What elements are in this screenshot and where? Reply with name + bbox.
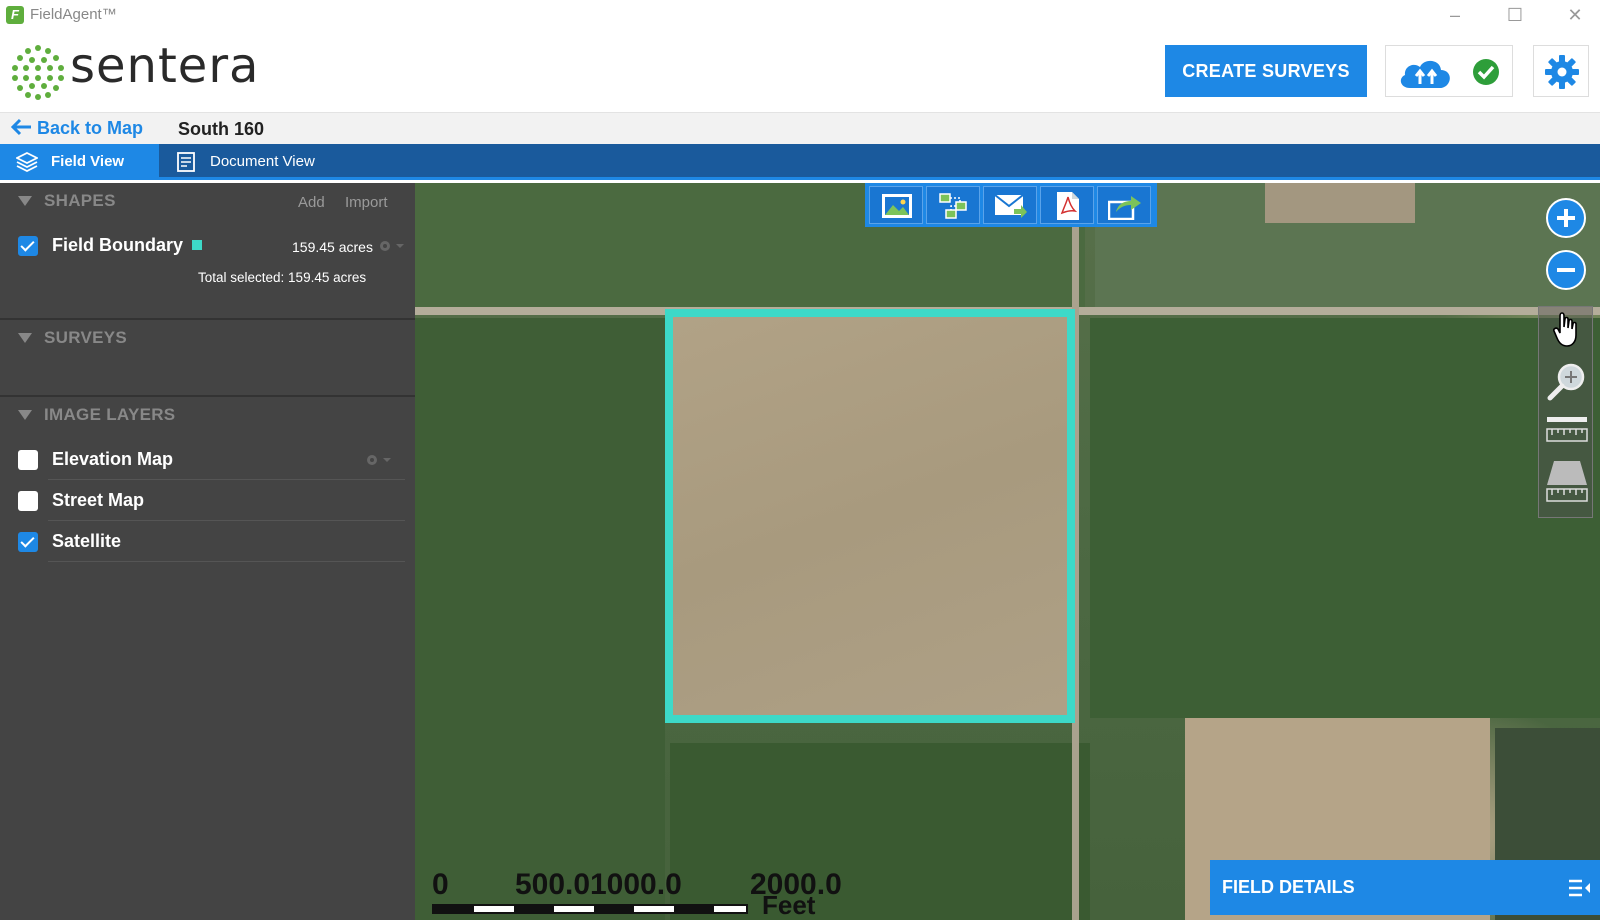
satellite-map[interactable] <box>415 183 1600 920</box>
satellite-label: Satellite <box>52 531 122 551</box>
minimize-button[interactable]: – <box>1435 2 1475 28</box>
app-title: FieldAgent™ <box>30 6 117 23</box>
document-icon <box>177 152 195 172</box>
total-selected-text: Total selected: 159.45 acres <box>198 270 367 285</box>
boundary-color-swatch <box>192 240 202 250</box>
minus-icon <box>1557 268 1575 272</box>
row-separator <box>48 479 405 480</box>
breadcrumb: Back to Map South 160 <box>0 112 1600 144</box>
tab-document-view[interactable]: Document View <box>159 144 339 180</box>
close-button[interactable]: ✕ <box>1555 2 1595 28</box>
ruler-measure-icon[interactable] <box>1546 415 1588 447</box>
page-title: South 160 <box>178 119 265 139</box>
back-to-map-link[interactable]: Back to Map <box>10 118 143 139</box>
zoom-in-button[interactable] <box>1546 198 1586 238</box>
tab-document-view-label: Document View <box>210 153 315 170</box>
view-tabbar: Field View Document View <box>0 144 1600 180</box>
scale-ruler <box>432 904 748 914</box>
field-details-label: FIELD DETAILS <box>1222 877 1355 897</box>
sync-status-box[interactable] <box>1385 45 1513 97</box>
street-map-checkbox[interactable] <box>18 491 38 511</box>
arrow-left-icon <box>10 118 31 136</box>
area-measure-icon[interactable] <box>1546 459 1588 503</box>
map-tool-column <box>1538 306 1593 518</box>
collapse-triangle-icon[interactable] <box>18 333 32 343</box>
tile-layout-button[interactable] <box>926 186 980 224</box>
app-logo-icon: F <box>6 6 24 24</box>
shape-item-field-boundary[interactable]: Field Boundary 159.45 acres <box>0 226 415 266</box>
import-shape-link[interactable]: Import <box>345 194 388 211</box>
row-separator <box>48 520 405 521</box>
collapse-menu-icon[interactable] <box>1568 878 1592 898</box>
satellite-checkbox[interactable] <box>18 532 38 552</box>
elevation-map-label: Elevation Map <box>52 449 174 469</box>
email-button[interactable] <box>983 186 1037 224</box>
shapes-section-title: SHAPES <box>44 191 116 210</box>
map-field-patch <box>1090 318 1600 718</box>
hand-pan-icon[interactable] <box>1553 311 1581 349</box>
row-separator <box>48 561 405 562</box>
layer-item-street-map[interactable]: Street Map <box>0 481 415 521</box>
collapse-triangle-icon[interactable] <box>18 196 32 206</box>
image-layers-section-header[interactable]: IMAGE LAYERS <box>0 397 415 433</box>
sentera-logo-icon <box>12 45 64 100</box>
tile-layout-icon <box>939 193 967 219</box>
shapes-section-header[interactable]: SHAPES Add Import <box>0 183 415 219</box>
pdf-icon <box>1057 192 1079 220</box>
scale-unit: Feet <box>762 890 816 920</box>
zoom-out-button[interactable] <box>1546 250 1586 290</box>
map-toolbar <box>865 183 1157 227</box>
cloud-upload-icon[interactable] <box>1396 56 1454 90</box>
email-icon <box>994 194 1027 218</box>
map-field-patch <box>415 318 665 920</box>
share-icon <box>1108 196 1141 220</box>
field-boundary-acres: 159.45 acres <box>292 239 373 255</box>
tab-field-view[interactable]: Field View <box>0 144 159 180</box>
field-boundary-shape[interactable] <box>665 309 1075 723</box>
settings-dropdown-icon[interactable] <box>378 239 406 253</box>
surveys-section-title: SURVEYS <box>44 328 128 347</box>
scale-label: 500.0 <box>515 868 591 901</box>
add-shape-link[interactable]: Add <box>298 194 325 211</box>
settings-dropdown-icon[interactable] <box>365 453 393 467</box>
scale-label: 1000.0 <box>590 868 682 901</box>
image-layers-section-title: IMAGE LAYERS <box>44 405 176 424</box>
brand-wordmark: sentera <box>70 38 260 94</box>
back-to-map-label: Back to Map <box>37 118 144 138</box>
settings-box[interactable] <box>1533 45 1589 97</box>
layers-icon <box>16 152 38 172</box>
plus-icon <box>1557 209 1575 227</box>
field-boundary-checkbox[interactable] <box>18 236 38 256</box>
scale-label: 0 <box>432 868 449 901</box>
zoom-to-box-icon[interactable] <box>1547 361 1587 401</box>
street-map-label: Street Map <box>52 490 145 510</box>
export-image-button[interactable] <box>869 186 923 224</box>
maximize-button[interactable]: ☐ <box>1495 2 1535 28</box>
share-button[interactable] <box>1097 186 1151 224</box>
create-surveys-button[interactable]: CREATE SURVEYS <box>1165 45 1367 97</box>
app-header: sentera CREATE SURVEYS <box>0 30 1600 112</box>
export-pdf-button[interactable] <box>1040 186 1094 224</box>
window-titlebar: F FieldAgent™ – ☐ ✕ <box>0 0 1600 30</box>
field-boundary-label: Field Boundary <box>52 235 184 255</box>
surveys-section-header[interactable]: SURVEYS <box>0 320 415 356</box>
collapse-triangle-icon[interactable] <box>18 410 32 420</box>
layers-sidebar: SHAPES Add Import Field Boundary 159.45 … <box>0 183 453 920</box>
elevation-map-checkbox[interactable] <box>18 450 38 470</box>
image-export-icon <box>882 194 912 218</box>
tab-field-view-label: Field View <box>51 153 125 170</box>
gear-icon[interactable] <box>1544 54 1580 90</box>
map-field-patch <box>1265 183 1415 223</box>
layer-item-satellite[interactable]: Satellite <box>0 522 415 562</box>
layer-item-elevation-map[interactable]: Elevation Map <box>0 440 415 480</box>
check-circle-icon <box>1473 59 1499 85</box>
field-details-panel[interactable]: FIELD DETAILS <box>1210 860 1600 915</box>
map-scale-bar: 0 500.0 1000.0 2000.0 Feet <box>432 868 852 920</box>
